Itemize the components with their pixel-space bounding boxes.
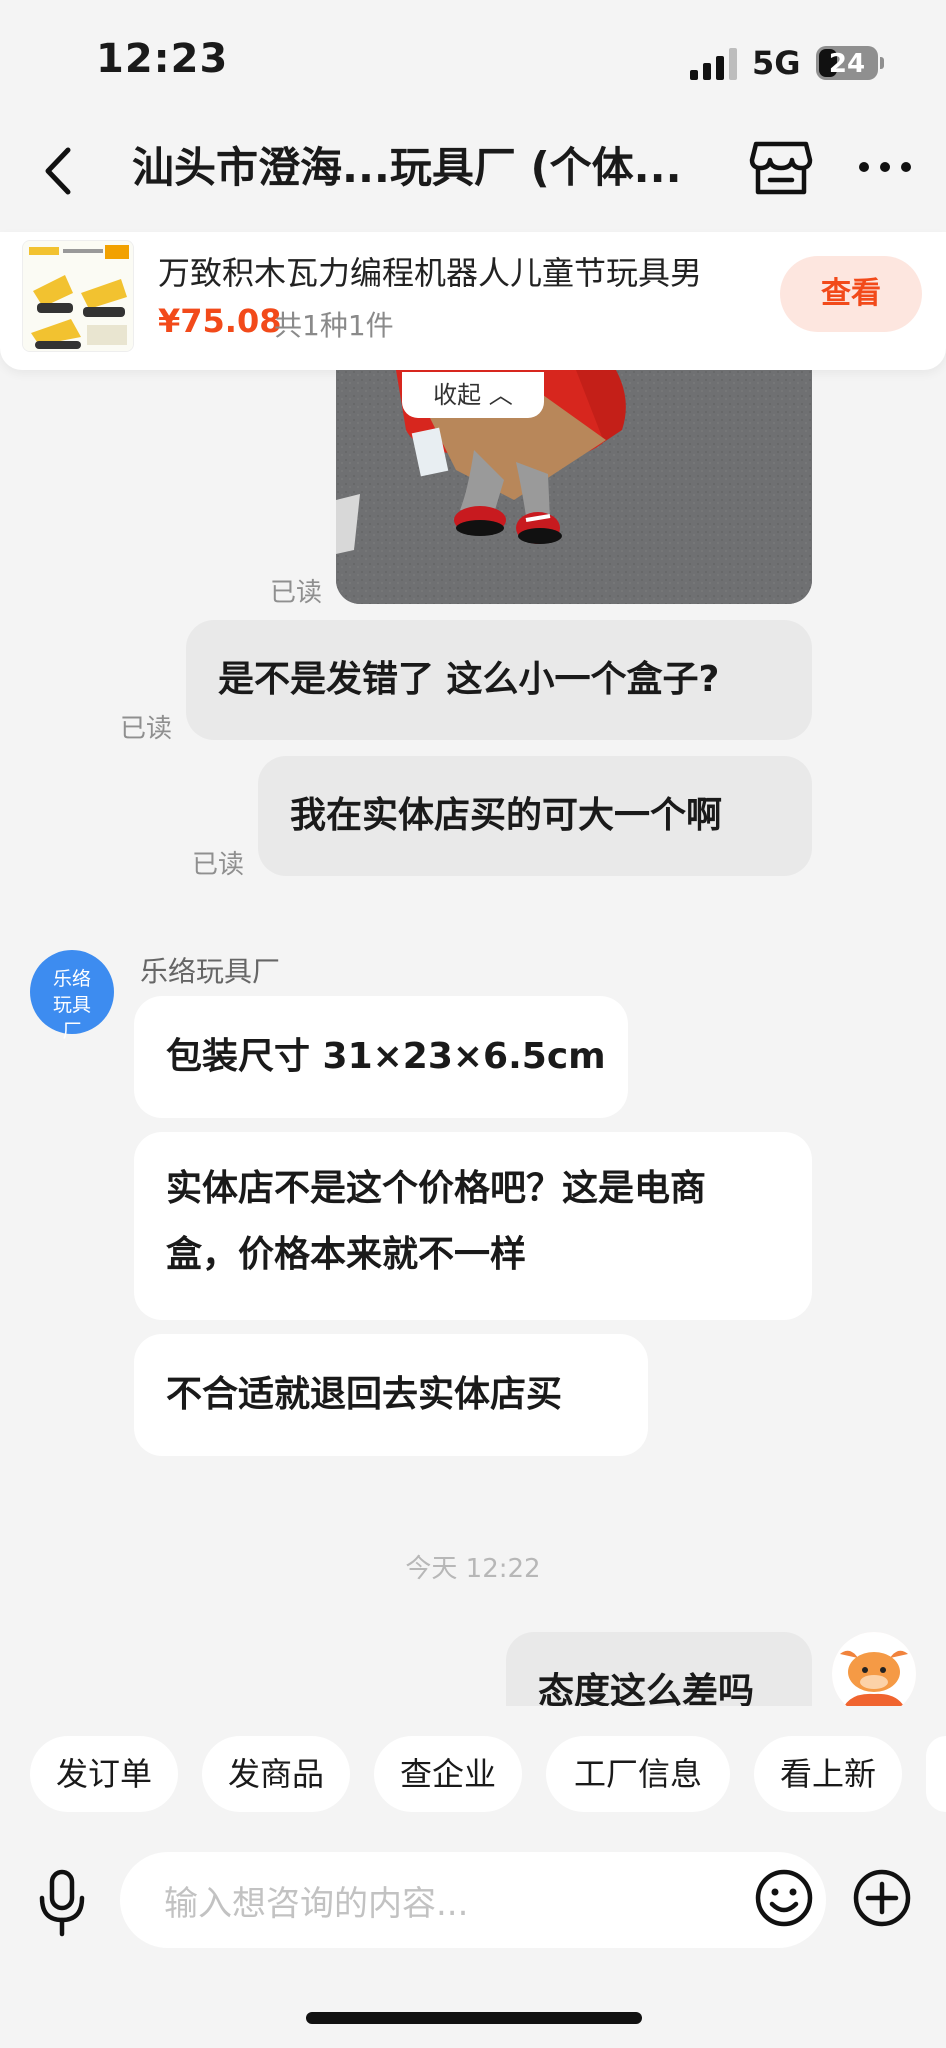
quick-send-order[interactable]: 发订单 [30, 1736, 178, 1812]
quick-more-chip[interactable] [926, 1736, 946, 1812]
my-message-bubble[interactable]: 态度这么差吗 [506, 1632, 812, 1706]
battery-icon: 24 [816, 46, 878, 80]
cellular-signal-icon [690, 48, 737, 80]
quick-new-arrivals[interactable]: 看上新 [754, 1736, 902, 1812]
product-price: ¥75.08 [158, 302, 282, 340]
battery-cap [880, 57, 884, 69]
more-options-icon[interactable] [854, 144, 916, 190]
product-quantity: 共1种1件 [274, 309, 394, 342]
view-product-button[interactable]: 查看 [780, 256, 922, 332]
message-timestamp: 今天 12:22 [405, 1554, 541, 1584]
my-avatar[interactable] [832, 1632, 916, 1716]
read-receipt: 已读 [120, 714, 173, 744]
quick-check-company[interactable]: 查企业 [374, 1736, 522, 1812]
store-icon[interactable] [748, 134, 814, 200]
product-name: 万致积木瓦力编程机器人儿童节玩具男 [158, 254, 703, 292]
shop-title: 汕头市澄海...玩具厂 (个体... [132, 143, 682, 192]
message-input-placeholder: 输入想咨询的内容... [164, 1884, 469, 1924]
microphone-icon[interactable] [34, 1868, 90, 1938]
shop-avatar[interactable]: 乐络玩具厂 [30, 950, 114, 1042]
add-attachment-icon[interactable] [852, 1868, 912, 1928]
sender-name: 乐络玩具厂 [140, 955, 281, 988]
chat-header: 汕头市澄海...玩具厂 (个体... [0, 120, 946, 230]
back-arrow-icon[interactable] [36, 138, 84, 204]
quick-send-product[interactable]: 发商品 [202, 1736, 350, 1812]
emoji-icon[interactable] [754, 1868, 814, 1928]
shop-message-bubble[interactable]: 实体店不是这个价格吧？这是电商 盒，价格本来就不一样 [134, 1132, 812, 1320]
read-receipt: 已读 [270, 578, 323, 608]
status-bar: 12:23 5G 24 [0, 0, 946, 120]
shop-message-bubble[interactable]: 包装尺寸 31×23×6.5cm [134, 996, 628, 1118]
quick-factory-info[interactable]: 工厂信息 [546, 1736, 730, 1812]
my-message-bubble[interactable]: 是不是发错了 这么小一个盒子? [186, 620, 812, 740]
battery-level: 24 [828, 49, 866, 79]
cow-avatar-icon [832, 1632, 916, 1716]
collapse-button[interactable]: 收起 ︿ [402, 372, 544, 418]
message-input[interactable]: 输入想咨询的内容... [120, 1852, 826, 1948]
product-thumbnail [22, 240, 134, 352]
read-receipt: 已读 [192, 850, 245, 880]
product-card[interactable]: 万致积木瓦力编程机器人儿童节玩具男 ¥75.08 共1种1件 查看 [0, 232, 946, 370]
status-time: 12:23 [96, 36, 229, 82]
shop-message-bubble[interactable]: 不合适就退回去实体店买 [134, 1334, 648, 1456]
my-message-bubble[interactable]: 我在实体店买的可大一个啊 [258, 756, 812, 876]
quick-actions-bar: 发订单 发商品 查企业 工厂信息 看上新 [0, 1706, 946, 1836]
network-type: 5G [752, 44, 801, 82]
message-line: 实体店不是这个价格吧？这是电商 [166, 1168, 707, 1209]
input-bar: 输入想咨询的内容... [0, 1836, 946, 2048]
shop-avatar-text: 乐络玩具厂 [52, 968, 91, 1042]
message-line: 盒，价格本来就不一样 [166, 1234, 527, 1275]
home-indicator [306, 2012, 642, 2024]
